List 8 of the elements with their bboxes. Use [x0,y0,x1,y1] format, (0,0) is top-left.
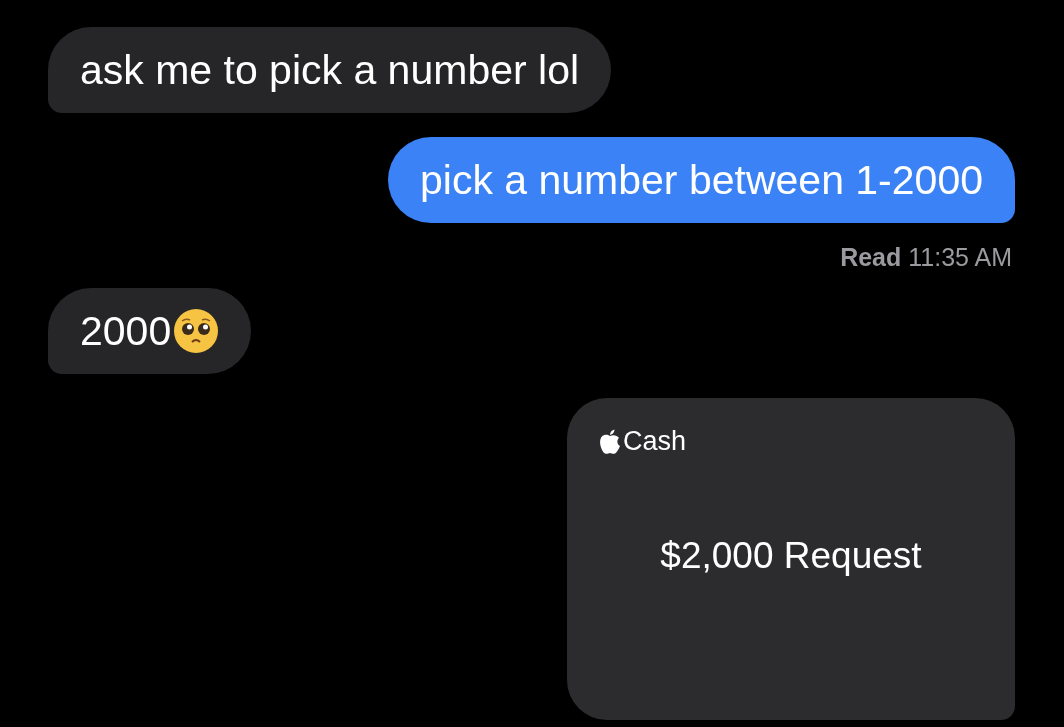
message-bubble: 2000 [48,288,252,374]
apple-icon [599,428,621,455]
payment-amount: $2,000 Request [660,535,922,577]
message-bubble: ask me to pick a number lol [48,27,612,113]
payment-card[interactable]: Cash $2,000 Request [567,398,1015,720]
payment-brand: Cash [623,426,687,457]
message-bubble: pick a number between 1-2000 [388,137,1015,223]
read-receipt: Read 11:35 AM [840,243,1012,272]
